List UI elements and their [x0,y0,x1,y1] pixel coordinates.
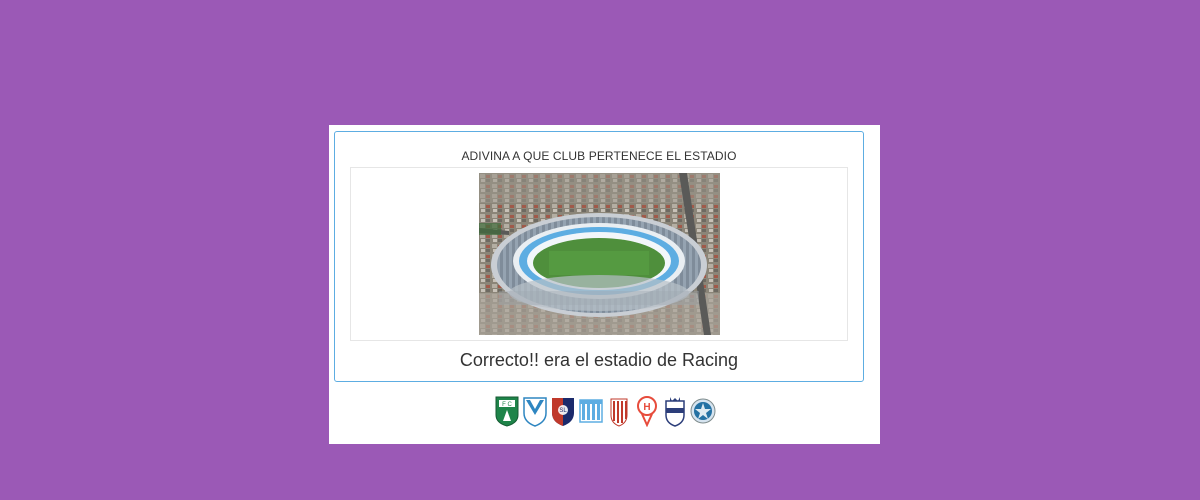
godoy-cruz-crest-icon[interactable] [690,395,716,427]
san-lorenzo-crest-icon[interactable]: SL [550,395,576,427]
racing-crest-icon[interactable] [578,395,604,427]
svg-text:SL: SL [559,408,567,414]
huracan-crest-icon[interactable]: H [634,395,660,427]
question-panel: ADIVINA A QUE CLUB PERTENECE EL ESTADIO [334,131,864,382]
game-card: ADIVINA A QUE CLUB PERTENECE EL ESTADIO [329,125,880,444]
result-message: Correcto!! era el estadio de Racing [459,350,739,370]
stadium-image-frame [350,167,848,341]
barracas-crest-icon[interactable] [606,395,632,427]
velez-crest-icon[interactable] [522,395,548,427]
svg-text:F C: F C [502,402,512,408]
gimnasia-crest-icon[interactable] [662,395,688,427]
club-crest-row: F C SL H [329,391,880,431]
svg-text:H: H [643,402,650,413]
ferro-crest-icon[interactable]: F C [494,395,520,427]
stadium-aerial-photo [479,173,720,335]
question-title: ADIVINA A QUE CLUB PERTENECE EL ESTADIO [461,149,737,163]
